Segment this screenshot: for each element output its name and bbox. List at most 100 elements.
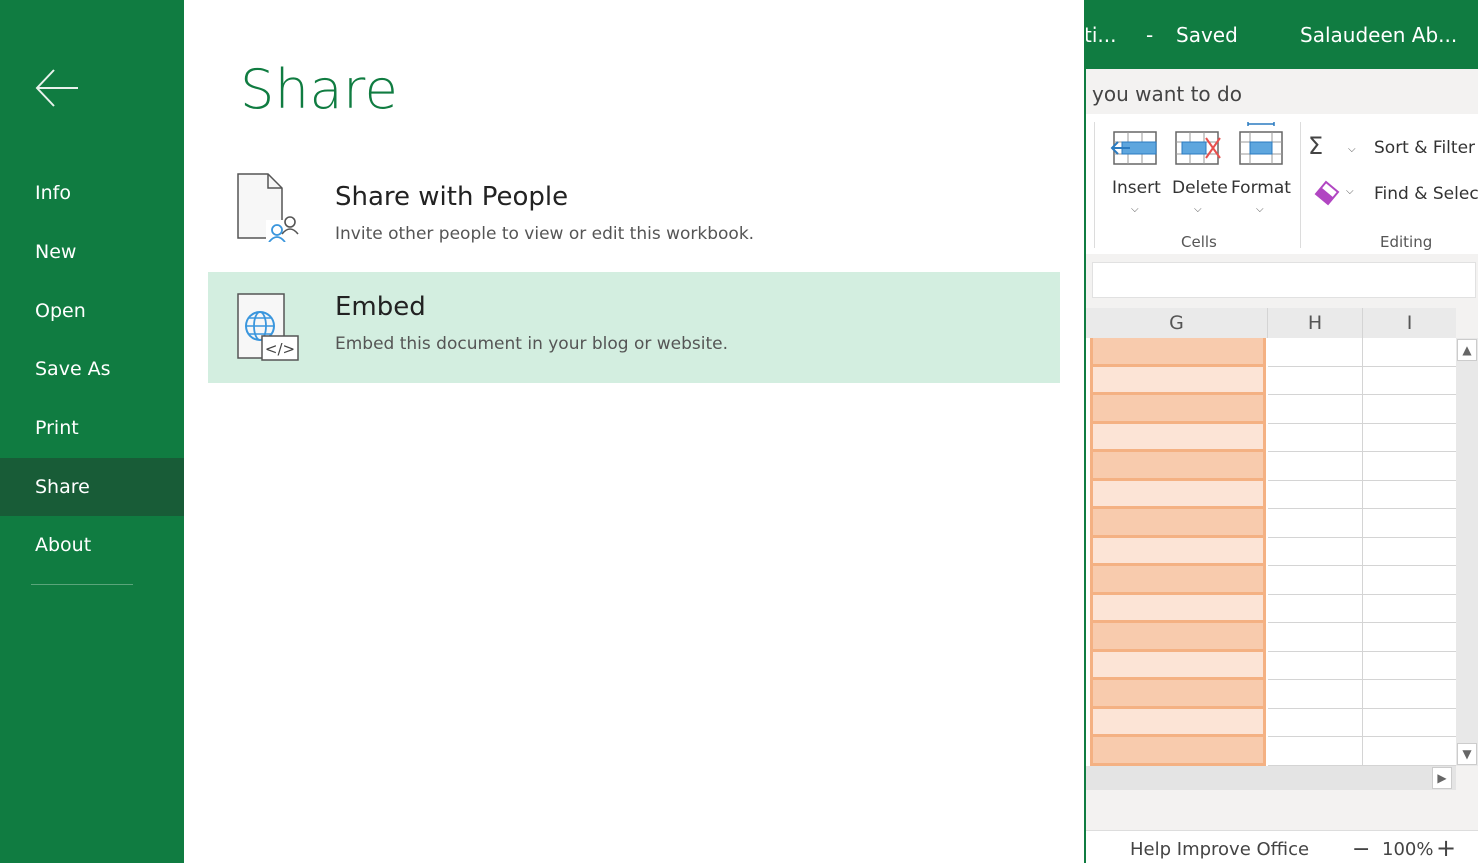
ribbon-separator — [1094, 122, 1095, 248]
cell-h[interactable] — [1268, 708, 1363, 737]
cell-g[interactable] — [1090, 566, 1266, 595]
cell-h[interactable] — [1268, 623, 1363, 652]
insert-cells-icon — [1110, 131, 1157, 165]
cell-g[interactable] — [1090, 651, 1266, 680]
embed-title: Embed — [335, 292, 426, 322]
status-bar: Help Improve Office − 100% + — [1086, 830, 1478, 863]
cell-g[interactable] — [1090, 708, 1266, 737]
zoom-out-button[interactable]: − — [1352, 837, 1370, 862]
table-row — [1086, 651, 1456, 680]
cell-h[interactable] — [1268, 537, 1363, 566]
back-button[interactable] — [34, 68, 80, 108]
nav-item-print[interactable]: Print — [0, 399, 184, 457]
share-panel: Share Share with People Invite other peo… — [184, 0, 1084, 863]
cell-i[interactable] — [1363, 481, 1456, 509]
cell-g[interactable] — [1090, 737, 1266, 766]
cell-i[interactable] — [1363, 652, 1456, 680]
cell-g[interactable] — [1090, 423, 1266, 452]
cell-i[interactable] — [1363, 737, 1456, 766]
nav-item-new[interactable]: New — [0, 223, 184, 281]
cell-h[interactable] — [1268, 480, 1363, 509]
table-row — [1086, 737, 1456, 766]
cell-i[interactable] — [1363, 424, 1456, 452]
cell-h[interactable] — [1268, 395, 1363, 424]
scroll-up-button[interactable]: ▲ — [1457, 339, 1477, 361]
nav-item-save-as[interactable]: Save As — [0, 340, 184, 398]
cell-i[interactable] — [1363, 623, 1456, 652]
ribbon: Insert ⌵ Delete ⌵ Format ⌵ Cells Σ ⌵ Sor… — [1086, 114, 1478, 254]
table-row — [1086, 395, 1456, 424]
column-header-g[interactable]: G — [1086, 308, 1268, 338]
cell-i[interactable] — [1363, 595, 1456, 623]
formula-bar[interactable] — [1092, 262, 1476, 298]
cell-i[interactable] — [1363, 566, 1456, 595]
cell-h[interactable] — [1268, 594, 1363, 623]
cell-i[interactable] — [1363, 680, 1456, 709]
cell-g[interactable] — [1090, 623, 1266, 652]
share-with-people-description: Invite other people to view or edit this… — [335, 224, 755, 244]
cell-i[interactable] — [1363, 395, 1456, 424]
nav-item-info[interactable]: Info — [0, 164, 184, 222]
nav-item-share[interactable]: Share — [0, 458, 184, 516]
cell-h[interactable] — [1268, 680, 1363, 709]
workbook-name: ti... — [1084, 23, 1117, 47]
excel-window: ti... - Saved Salaudeen Ab... you want t… — [1084, 0, 1478, 863]
column-header-i[interactable]: I — [1363, 308, 1456, 338]
cell-g[interactable] — [1090, 680, 1266, 709]
cell-h[interactable] — [1268, 338, 1363, 367]
cell-h[interactable] — [1268, 737, 1363, 766]
sort-filter-button[interactable]: Sort & Filter — [1374, 138, 1475, 158]
cell-i[interactable] — [1363, 538, 1456, 566]
save-status: Saved — [1176, 23, 1238, 47]
cell-h[interactable] — [1268, 651, 1363, 680]
nav-item-open[interactable]: Open — [0, 282, 184, 340]
cell-i[interactable] — [1363, 338, 1456, 367]
nav-item-about[interactable]: About — [0, 516, 184, 574]
table-row — [1086, 537, 1456, 566]
horizontal-scrollbar[interactable]: ▶ — [1086, 766, 1456, 790]
cell-g[interactable] — [1090, 338, 1266, 367]
cell-h[interactable] — [1268, 423, 1363, 452]
embed-web-icon: </> — [237, 293, 299, 361]
scroll-right-button[interactable]: ▶ — [1432, 767, 1452, 789]
cell-h[interactable] — [1268, 452, 1363, 481]
cells-group-label: Cells — [1181, 233, 1217, 251]
find-select-button[interactable]: Find & Select — [1374, 184, 1478, 204]
chevron-down-icon: ⌵ — [1194, 204, 1202, 215]
cell-g[interactable] — [1090, 452, 1266, 481]
cell-g[interactable] — [1090, 366, 1266, 395]
table-row — [1086, 623, 1456, 652]
table-row — [1086, 423, 1456, 452]
backstage-nav: Info New Open Save As Print Share About — [0, 0, 184, 863]
cell-g[interactable] — [1090, 509, 1266, 538]
chevron-down-icon: ⌵ — [1131, 204, 1139, 215]
delete-label: Delete — [1172, 178, 1228, 198]
format-label: Format — [1231, 178, 1291, 198]
cell-g[interactable] — [1090, 480, 1266, 509]
help-improve-office-link[interactable]: Help Improve Office — [1130, 839, 1309, 860]
excel-title-bar: ti... - Saved Salaudeen Ab... — [1086, 0, 1478, 69]
cell-i[interactable] — [1363, 709, 1456, 737]
vertical-scrollbar[interactable]: ▲ ▼ — [1456, 338, 1478, 766]
editing-group-label: Editing — [1380, 233, 1433, 251]
cell-i[interactable] — [1363, 367, 1456, 395]
cell-i[interactable] — [1363, 509, 1456, 538]
zoom-level[interactable]: 100% — [1382, 839, 1433, 860]
cell-h[interactable] — [1268, 566, 1363, 595]
spreadsheet-grid[interactable] — [1086, 338, 1456, 766]
cell-i[interactable] — [1363, 452, 1456, 481]
cell-g[interactable] — [1090, 594, 1266, 623]
user-name[interactable]: Salaudeen Ab... — [1300, 23, 1457, 47]
cell-h[interactable] — [1268, 366, 1363, 395]
eraser-icon — [1314, 180, 1340, 206]
zoom-in-button[interactable]: + — [1436, 834, 1456, 862]
cell-g[interactable] — [1090, 395, 1266, 424]
embed-option[interactable]: </> Embed Embed this document in your bl… — [208, 272, 1060, 383]
embed-description: Embed this document in your blog or webs… — [335, 334, 729, 354]
scroll-down-button[interactable]: ▼ — [1457, 743, 1477, 765]
cell-g[interactable] — [1090, 537, 1266, 566]
tell-me-search[interactable]: you want to do — [1092, 82, 1242, 106]
column-header-h[interactable]: H — [1268, 308, 1363, 338]
cell-h[interactable] — [1268, 509, 1363, 538]
share-with-people-option[interactable]: Share with People Invite other people to… — [208, 162, 1060, 273]
